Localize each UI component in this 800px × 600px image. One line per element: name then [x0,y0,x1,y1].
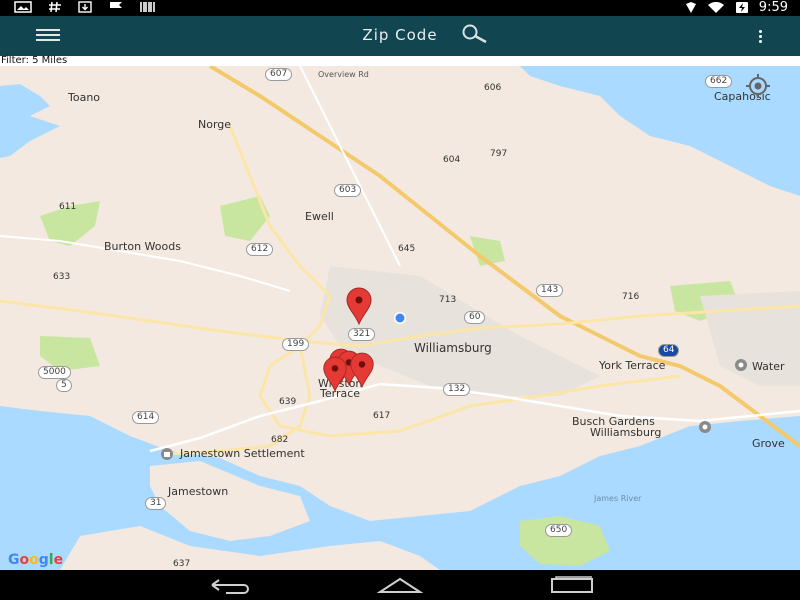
road-overview-rd: Overview Rd [318,70,369,79]
app-title: Zip Code [362,26,438,44]
route-shield-603: 603 [334,184,362,197]
route-shield-143: 143 [536,284,564,297]
route-shield-662: 662 [705,75,733,88]
current-location-dot[interactable] [393,311,407,325]
museum-icon [161,448,173,460]
route-617: 617 [373,411,391,421]
google-logo-letter: g [38,552,49,568]
route-shield-64: 64 [658,344,680,357]
route-shield-650: 650 [545,524,573,537]
more-vert-icon[interactable] [756,28,764,44]
place-grove: Grove [752,437,785,450]
route-716: 716 [622,292,640,302]
route-645: 645 [398,244,416,254]
map-marker[interactable] [320,355,350,393]
place-york-terrace: York Terrace [599,359,666,372]
route-shield-5000: 5000 [38,366,71,379]
route-shield-5: 5 [56,379,72,392]
urban-east [700,291,800,386]
place-jamestown: Jamestown [168,485,229,498]
route-shield-132: 132 [443,383,471,396]
status-time: 9:59 [758,0,788,15]
place-busch-gardens-line2: Williamsburg [590,426,662,439]
download-icon [78,1,92,13]
wifi-icon [707,1,724,13]
road-north [299,66,401,267]
status-bar-left [14,1,156,13]
google-logo-letter: o [19,552,30,568]
place-water: Water [752,360,785,373]
route-633: 633 [53,272,71,282]
status-bar-right: 9:59 [685,0,788,15]
nav-bar [0,570,800,600]
place-burton-woods: Burton Woods [104,240,181,253]
river-label: James River [594,494,642,503]
filter-label: Filter: 5 Miles [1,55,68,66]
route-shield-321: 321 [348,328,376,341]
status-bar: 9:59 [0,0,800,16]
park-2 [220,196,270,241]
route-shield-60: 60 [464,311,486,324]
google-attribution: Google [8,552,63,568]
route-shield-199: 199 [282,338,310,351]
back-icon[interactable] [204,576,252,594]
hashtag-icon [49,1,61,13]
place-ewell: Ewell [305,210,334,223]
amusement-park-icon [699,421,711,433]
battery-charging-icon [735,2,748,13]
route-713: 713 [439,295,457,305]
route-611: 611 [59,202,77,212]
route-797: 797 [490,149,508,159]
place-williamsburg: Williamsburg [414,341,492,355]
location-icon [685,2,696,13]
search-icon[interactable] [458,22,492,46]
map-view[interactable]: Toano Norge Ewell Burton Woods Williamsb… [0,66,800,570]
flag-icon [110,2,122,12]
route-shield-607: 607 [265,68,293,81]
google-logo-letter: o [29,552,39,568]
place-jamestown-settlement: Jamestown Settlement [180,447,305,460]
filter-bar [0,56,800,66]
creek-top-left [0,84,60,158]
my-location-button[interactable] [744,72,772,100]
map-marker[interactable] [343,286,375,326]
route-639: 639 [279,397,297,407]
google-logo-letter: G [8,552,20,568]
map-marker[interactable] [347,351,377,389]
place-norge: Norge [198,118,232,131]
barcode-icon [140,2,155,12]
place-toano: Toano [68,91,101,104]
route-606: 606 [484,83,502,93]
attraction-icon [735,359,747,371]
route-637: 637 [173,559,191,569]
google-logo-letter: e [53,552,64,568]
route-shield-614: 614 [132,411,160,424]
route-shield-31: 31 [145,497,167,510]
route-shield-612: 612 [246,243,274,256]
image-notification-icon [14,1,32,13]
route-682: 682 [271,435,289,445]
route-604: 604 [443,155,461,165]
home-icon[interactable] [376,576,424,594]
recents-icon[interactable] [548,576,596,594]
app-bar: Zip Code [0,16,800,56]
